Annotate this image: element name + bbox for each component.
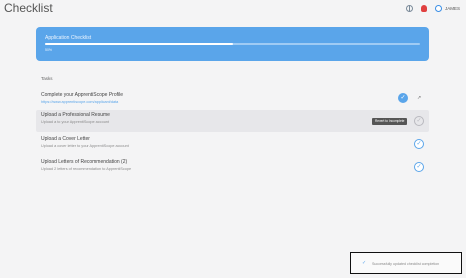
task-row-profile: Complete your ApprentiScope Profile http… xyxy=(36,90,429,112)
top-bar: Checklist JAMES xyxy=(0,0,466,16)
application-checklist-banner: Application Checklist 50% xyxy=(36,27,429,61)
page-title: Checklist xyxy=(4,1,53,15)
toast-notification: ✓ Successfully updated checklist complet… xyxy=(350,252,462,274)
task-title: Complete your ApprentiScope Profile xyxy=(41,92,123,98)
external-link-icon[interactable]: ↗ xyxy=(417,95,421,101)
revert-tooltip: Revert to Incomplete xyxy=(372,118,408,125)
checklist-page: Checklist JAMES Application Checklist 50… xyxy=(0,0,466,278)
toast-message: Successfully updated checklist completio… xyxy=(372,262,440,266)
task-subtitle: Upload a cover letter to your ApprentiSc… xyxy=(41,144,129,148)
check-toggle-button[interactable]: ✓ xyxy=(414,116,424,126)
check-toggle-button[interactable]: ✓ xyxy=(414,162,424,172)
task-title: Upload Letters of Recommendation (2) xyxy=(41,159,128,165)
task-row-cover-letter: Upload a Cover Letter Upload a cover let… xyxy=(36,134,429,156)
task-title: Upload a Professional Resume xyxy=(41,112,110,118)
check-icon: ✓ xyxy=(362,260,367,266)
bug-icon[interactable] xyxy=(420,4,427,12)
top-icons: JAMES xyxy=(405,3,460,13)
task-link[interactable]: https://www.apprentiscope.com/applicant/… xyxy=(41,100,118,104)
task-subtitle: Upload 2 letters of recommendation to Ap… xyxy=(41,167,132,171)
check-toggle-button[interactable]: ✓ xyxy=(414,139,424,149)
task-row-recommendations: Upload Letters of Recommendation (2) Upl… xyxy=(36,157,429,179)
progress-text: 50% xyxy=(45,48,53,52)
progress-fill xyxy=(45,43,233,45)
task-title: Upload a Cover Letter xyxy=(41,136,90,142)
task-row-resume: Upload a Professional Resume Upload a to… xyxy=(36,110,429,132)
user-menu[interactable]: JAMES xyxy=(434,4,460,12)
task-subtitle: Upload a to your ApprentiScope account xyxy=(41,120,109,124)
check-complete-button[interactable]: ✓ xyxy=(398,93,408,103)
user-name: JAMES xyxy=(444,5,460,11)
tasks-heading: Tasks xyxy=(41,76,53,81)
user-avatar-icon xyxy=(434,4,442,12)
progress-bar xyxy=(45,43,420,45)
banner-title: Application Checklist xyxy=(45,35,92,41)
globe-icon[interactable] xyxy=(405,4,413,12)
